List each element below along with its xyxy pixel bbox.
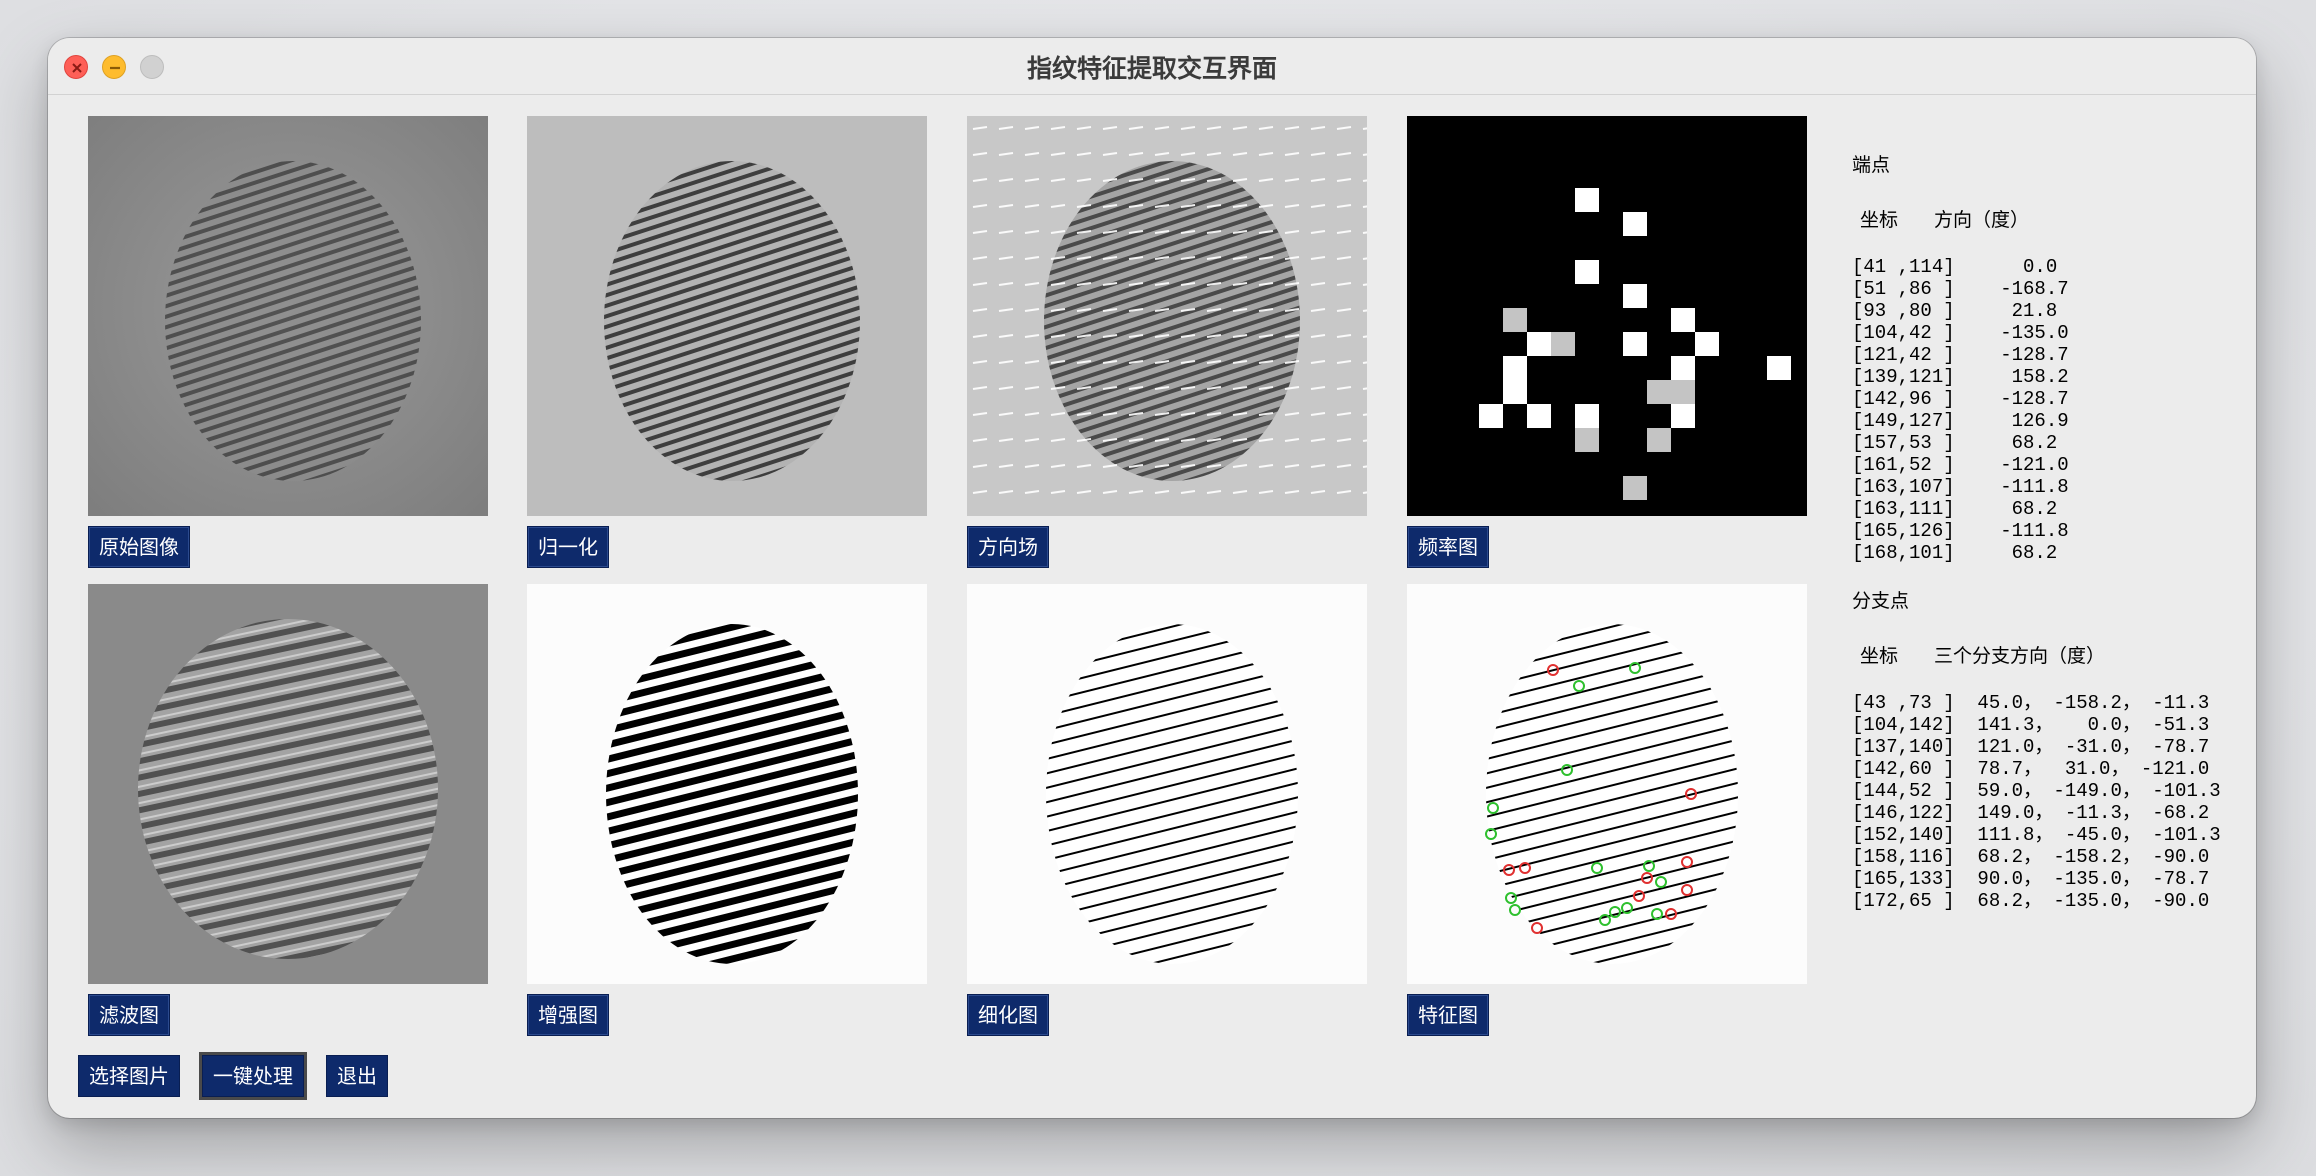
- endpoint-row: [168,101] 68.2: [1852, 542, 2058, 564]
- endpoint-row: [104,42 ] -135.0: [1852, 322, 2069, 344]
- endpoints-heading: 端点: [1852, 154, 1891, 176]
- endpoint-row: [41 ,114] 0.0: [1852, 256, 2058, 278]
- endpoint-row: [139,121] 158.2: [1852, 366, 2069, 388]
- orientation-field-image: [967, 116, 1367, 516]
- select-image-button[interactable]: 选择图片: [78, 1055, 180, 1097]
- original-image-panel: [88, 116, 488, 516]
- branch-point-row: [144,52 ] 59.0， -149.0， -101.3: [1852, 780, 2221, 802]
- branch-point-row: [104,142] 141.3， 0.0， -51.3: [1852, 714, 2210, 736]
- app-window: 指纹特征提取交互界面 原始图像 归一化 方向场 频率图 滤波图 增强图 细化图 …: [48, 38, 2256, 1118]
- branch-point-row: [172,65 ] 68.2， -135.0， -90.0: [1852, 890, 2210, 912]
- frequency-map-panel: [1407, 116, 1807, 516]
- one-click-process-button[interactable]: 一键处理: [202, 1055, 304, 1097]
- endpoint-row: [51 ,86 ] -168.7: [1852, 278, 2069, 300]
- branch-points-list: [43 ,73 ] 45.0， -158.2， -11.3 [104,142] 1…: [1852, 692, 2221, 912]
- endpoint-row: [142,96 ] -128.7: [1852, 388, 2069, 410]
- endpoint-row: [161,52 ] -121.0: [1852, 454, 2069, 476]
- thinned-label: 细化图: [967, 994, 1049, 1036]
- normalized-label: 归一化: [527, 526, 609, 568]
- branch-point-row: [142,60 ] 78.7， 31.0， -121.0: [1852, 758, 2210, 780]
- feature-map-panel: [1407, 584, 1807, 984]
- branch-point-row: [152,140] 111.8， -45.0， -101.3: [1852, 824, 2221, 846]
- filtered-fingerprint-image: [88, 584, 488, 984]
- branch-point-row: [158,116] 68.2， -158.2， -90.0: [1852, 846, 2210, 868]
- branch-points-section: 分支点 坐标 三个分支方向（度） [43 ,73 ] 45.0， -158.2， …: [1852, 586, 2221, 912]
- endpoints-list: [41 ,114] 0.0 [51 ,86 ] -168.7 [93 ,80 ] 2…: [1852, 256, 2069, 564]
- branch-point-row: [43 ,73 ] 45.0， -158.2， -11.3: [1852, 692, 2210, 714]
- normalized-image-panel: [527, 116, 927, 516]
- branch-point-row: [137,140] 121.0， -31.0， -78.7: [1852, 736, 2210, 758]
- original-image-label: 原始图像: [88, 526, 190, 568]
- original-fingerprint-image: [88, 116, 488, 516]
- enhanced-label: 增强图: [527, 994, 609, 1036]
- branch-points-direction-header: 三个分支方向（度）: [1934, 645, 2106, 667]
- frequency-map-image: [1407, 116, 1807, 516]
- feature-map-label: 特征图: [1407, 994, 1489, 1036]
- enhanced-fingerprint-image: [527, 584, 927, 984]
- enhanced-image-panel: [527, 584, 927, 984]
- endpoints-coord-header: 坐标: [1860, 209, 1899, 231]
- normalized-fingerprint-image: [527, 116, 927, 516]
- exit-button[interactable]: 退出: [326, 1055, 388, 1097]
- endpoint-row: [121,42 ] -128.7: [1852, 344, 2069, 366]
- frequency-map-label: 频率图: [1407, 526, 1489, 568]
- endpoint-row: [149,127] 126.9: [1852, 410, 2069, 432]
- feature-map-image: [1407, 584, 1807, 984]
- window-title: 指纹特征提取交互界面: [1026, 54, 1277, 83]
- endpoints-direction-header: 方向（度）: [1934, 209, 2030, 231]
- branch-point-row: [146,122] 149.0， -11.3， -68.2: [1852, 802, 2210, 824]
- thinned-fingerprint-image: [967, 584, 1367, 984]
- branch-point-row: [165,133] 90.0， -135.0， -78.7: [1852, 868, 2210, 890]
- endpoints-section: 端点 坐标 方向（度） [41 ,114] 0.0 [51 ,86 ] -168.7…: [1852, 150, 2069, 564]
- filtered-image-panel: [88, 584, 488, 984]
- title-bar: 指纹特征提取交互界面: [48, 38, 2256, 95]
- orientation-field-panel: [967, 116, 1367, 516]
- endpoint-row: [165,126] -111.8: [1852, 520, 2069, 542]
- endpoint-row: [93 ,80 ] 21.8: [1852, 300, 2058, 322]
- orientation-field-label: 方向场: [967, 526, 1049, 568]
- branch-points-coord-header: 坐标: [1860, 645, 1899, 667]
- branch-points-column-headers: 坐标 三个分支方向（度）: [1852, 641, 2221, 668]
- endpoints-column-headers: 坐标 方向（度）: [1852, 205, 2069, 232]
- endpoint-row: [157,53 ] 68.2: [1852, 432, 2058, 454]
- endpoint-row: [163,107] -111.8: [1852, 476, 2069, 498]
- branch-points-heading: 分支点: [1852, 590, 1910, 612]
- endpoint-row: [163,111] 68.2: [1852, 498, 2058, 520]
- thinned-image-panel: [967, 584, 1367, 984]
- filtered-label: 滤波图: [88, 994, 170, 1036]
